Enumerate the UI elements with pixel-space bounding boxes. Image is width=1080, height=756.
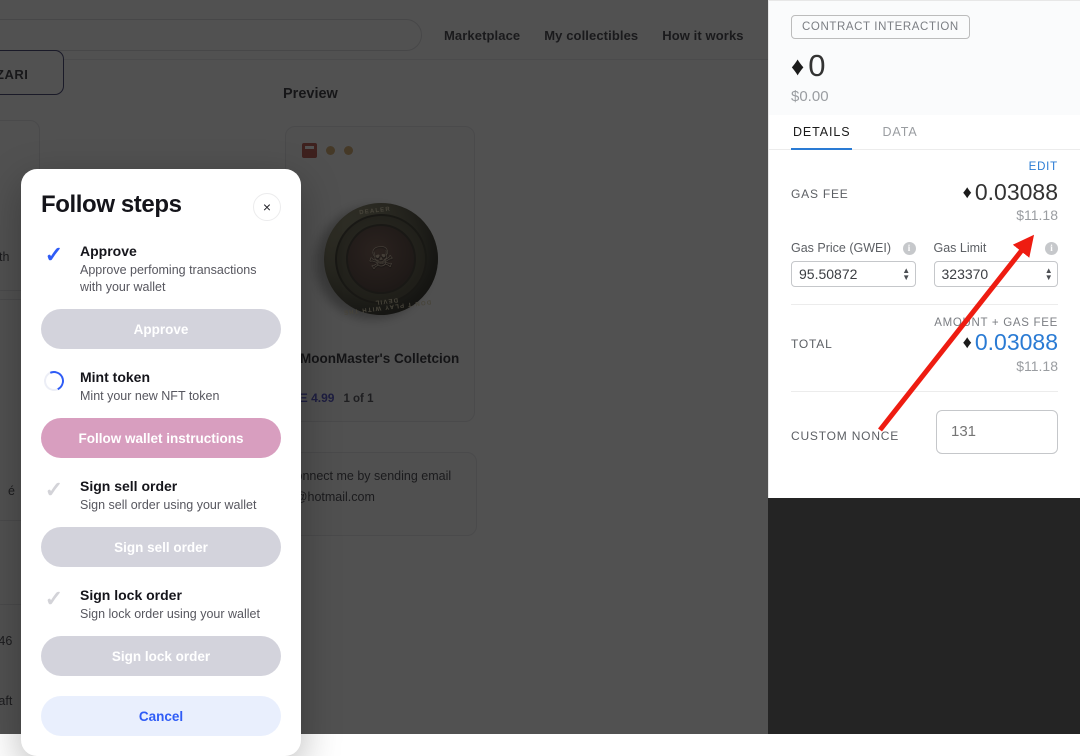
- modal-header: Follow steps ×: [41, 191, 281, 221]
- step-mint-token: Mint token Mint your new NFT token Follo…: [41, 369, 281, 458]
- gas-limit-label: Gas Limit: [934, 241, 987, 255]
- custom-nonce-row: CUSTOM NONCE: [791, 410, 1058, 454]
- gas-fee-values: ♦ 0.03088 $11.18: [963, 179, 1058, 223]
- transaction-amount-value: 0: [808, 50, 825, 81]
- gas-price-input-wrap[interactable]: ▲▼: [791, 261, 916, 287]
- step-subtitle: Sign lock order using your wallet: [80, 606, 281, 623]
- total-eth-value: 0.03088: [975, 329, 1058, 355]
- gas-fee-row: GAS FEE ♦ 0.03088 $11.18: [791, 179, 1058, 223]
- step-title: Sign sell order: [80, 478, 281, 494]
- ethereum-icon: ♦: [963, 182, 972, 203]
- panel-backdrop-bottom: [768, 498, 1080, 734]
- step-title: Mint token: [80, 369, 281, 385]
- step-row: ✓ Sign lock order Sign lock order using …: [41, 587, 281, 623]
- contract-interaction-badge: CONTRACT INTERACTION: [791, 15, 970, 39]
- gas-fee-eth-value: 0.03088: [975, 179, 1058, 205]
- details-divider-1: [791, 304, 1058, 305]
- edit-gas-link[interactable]: EDIT: [791, 161, 1058, 173]
- info-icon[interactable]: i: [903, 242, 916, 255]
- transaction-amount-fiat: $0.00: [791, 88, 1058, 105]
- step-row: ✓ Approve Approve perfoming transactions…: [41, 243, 281, 296]
- step-row: ✓ Sign sell order Sign sell order using …: [41, 478, 281, 514]
- metamask-confirm-panel: CONTRACT INTERACTION ♦ 0 $0.00 DETAILS D…: [768, 0, 1080, 498]
- close-icon[interactable]: ×: [253, 193, 281, 221]
- step-subtitle: Sign sell order using your wallet: [80, 497, 281, 514]
- custom-nonce-label: CUSTOM NONCE: [791, 421, 899, 443]
- step-body: Sign sell order Sign sell order using yo…: [80, 478, 281, 514]
- step-row: Mint token Mint your new NFT token: [41, 369, 281, 405]
- total-row: TOTAL ♦ 0.03088 $11.18: [791, 329, 1058, 373]
- gas-limit-stepper[interactable]: ▲▼: [1043, 267, 1055, 281]
- step-approve: ✓ Approve Approve perfoming transactions…: [41, 243, 281, 349]
- gas-limit-input[interactable]: [942, 266, 1043, 282]
- metamask-summary: CONTRACT INTERACTION ♦ 0 $0.00: [769, 1, 1080, 115]
- gas-fee-eth: ♦ 0.03088: [963, 179, 1058, 205]
- approve-button[interactable]: Approve: [41, 309, 281, 349]
- step-status: ✓: [41, 478, 67, 500]
- check-icon: ✓: [45, 589, 63, 609]
- details-divider-2: [791, 391, 1058, 392]
- gas-limit-head: Gas Limit i: [934, 241, 1059, 255]
- step-subtitle: Mint your new NFT token: [80, 388, 281, 405]
- gas-price-stepper[interactable]: ▲▼: [900, 267, 912, 281]
- info-icon[interactable]: i: [1045, 242, 1058, 255]
- metamask-details-body: EDIT GAS FEE ♦ 0.03088 $11.18 Gas Price …: [769, 161, 1080, 454]
- modal-title: Follow steps: [41, 191, 182, 219]
- gas-fee-label: GAS FEE: [791, 179, 849, 201]
- step-status: ✓: [41, 587, 67, 609]
- transaction-amount: ♦ 0: [791, 50, 1058, 81]
- step-title: Sign lock order: [80, 587, 281, 603]
- step-subtitle: Approve perfoming transactions with your…: [80, 262, 281, 296]
- step-sign-lock-order: ✓ Sign lock order Sign lock order using …: [41, 587, 281, 676]
- cancel-button[interactable]: Cancel: [41, 696, 281, 736]
- follow-wallet-instructions-button[interactable]: Follow wallet instructions: [41, 418, 281, 458]
- step-body: Mint token Mint your new NFT token: [80, 369, 281, 405]
- step-status: ✓: [41, 243, 67, 265]
- total-eth: ♦ 0.03088: [963, 329, 1058, 355]
- step-title: Approve: [80, 243, 281, 259]
- gas-limit-field: Gas Limit i ▲▼: [934, 241, 1059, 287]
- step-sign-sell-order: ✓ Sign sell order Sign sell order using …: [41, 478, 281, 567]
- check-icon: ✓: [45, 480, 63, 500]
- sign-lock-order-button[interactable]: Sign lock order: [41, 636, 281, 676]
- step-body: Approve Approve perfoming transactions w…: [80, 243, 281, 296]
- step-status: [41, 369, 67, 391]
- custom-nonce-input[interactable]: [936, 410, 1058, 454]
- gas-price-field: Gas Price (GWEI) i ▲▼: [791, 241, 916, 287]
- gas-limit-input-wrap[interactable]: ▲▼: [934, 261, 1059, 287]
- total-values: ♦ 0.03088 $11.18: [963, 329, 1058, 373]
- ethereum-icon: ♦: [791, 53, 804, 79]
- total-fiat: $11.18: [963, 358, 1058, 374]
- tab-details[interactable]: DETAILS: [791, 115, 852, 150]
- spinner-icon: [41, 368, 67, 394]
- tab-data[interactable]: DATA: [880, 115, 919, 150]
- gas-price-input[interactable]: [799, 266, 900, 282]
- check-icon: ✓: [45, 245, 63, 265]
- metamask-tabs: DETAILS DATA: [769, 115, 1080, 150]
- gas-fields: Gas Price (GWEI) i ▲▼ Gas Limit i ▲▼: [791, 241, 1058, 287]
- gas-price-label: Gas Price (GWEI): [791, 241, 891, 255]
- sign-sell-order-button[interactable]: Sign sell order: [41, 527, 281, 567]
- follow-steps-modal: Follow steps × ✓ Approve Approve perfomi…: [21, 169, 301, 756]
- gas-price-head: Gas Price (GWEI) i: [791, 241, 916, 255]
- gas-fee-fiat: $11.18: [963, 207, 1058, 223]
- ethereum-icon: ♦: [963, 332, 972, 353]
- amount-plus-gas-label: AMOUNT + GAS FEE: [791, 317, 1058, 329]
- total-label: TOTAL: [791, 329, 833, 351]
- step-body: Sign lock order Sign lock order using yo…: [80, 587, 281, 623]
